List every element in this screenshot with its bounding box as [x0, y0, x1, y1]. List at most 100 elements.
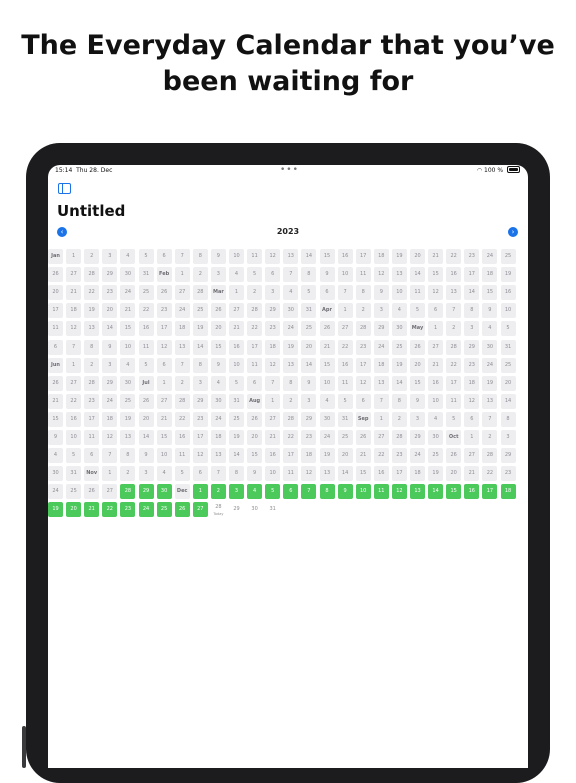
day-cell[interactable]: 11 [355, 267, 371, 283]
day-cell[interactable]: 23 [102, 285, 118, 301]
day-cell[interactable]: 5 [66, 448, 82, 464]
day-cell[interactable]: 16 [500, 285, 516, 301]
day-cell[interactable]: 17 [355, 357, 371, 373]
day-cell[interactable]: 7 [301, 484, 317, 500]
day-cell[interactable]: 1 [373, 411, 389, 427]
day-cell[interactable]: 1 [265, 393, 281, 409]
day-cell[interactable]: 27 [337, 321, 353, 337]
day-cell[interactable]: 30 [428, 430, 444, 445]
day-cell[interactable]: 13 [210, 448, 226, 464]
day-cell[interactable]: 20 [500, 375, 516, 391]
day-cell[interactable]: 22 [446, 357, 462, 373]
day-cell[interactable]: 2 [84, 357, 100, 373]
day-cell[interactable]: 5 [229, 375, 244, 391]
day-cell[interactable]: 19 [428, 466, 444, 482]
day-cell[interactable]: 23 [391, 448, 407, 464]
day-cell[interactable]: 17 [283, 448, 299, 464]
day-cell[interactable]: 7 [482, 411, 498, 427]
day-cell[interactable]: 20 [446, 466, 462, 482]
day-cell[interactable]: 21 [156, 411, 172, 427]
day-cell[interactable]: 8 [500, 411, 516, 427]
day-cell[interactable]: 16 [373, 466, 389, 482]
day-cell[interactable]: 15 [446, 484, 462, 500]
day-cell[interactable]: 29 [301, 411, 317, 427]
day-cell[interactable]: 28 [120, 484, 136, 500]
day-cell[interactable]: 5 [337, 393, 353, 409]
day-cell[interactable]: 5 [138, 249, 154, 264]
day-cell[interactable]: 21 [428, 249, 444, 264]
day-cell[interactable]: 16 [265, 448, 281, 464]
day-cell[interactable]: 21 [84, 502, 100, 518]
day-cell[interactable]: 18 [410, 466, 425, 482]
day-cell[interactable]: 28 [192, 285, 208, 301]
day-cell[interactable]: 18 [265, 339, 281, 355]
day-cell[interactable]: 28 [482, 448, 498, 464]
day-cell[interactable]: 16 [138, 321, 154, 337]
day-cell[interactable]: 17 [192, 430, 208, 445]
day-cell[interactable]: 4 [319, 393, 335, 409]
day-cell[interactable]: 19 [391, 249, 407, 264]
day-cell[interactable]: 17 [84, 411, 100, 427]
day-cell[interactable]: 1 [156, 375, 172, 391]
day-cell[interactable]: 26 [446, 448, 462, 464]
day-cell[interactable]: 9 [410, 393, 425, 409]
sidebar-toggle-icon[interactable] [58, 183, 71, 194]
day-cell[interactable]: 22 [174, 411, 190, 427]
day-cell[interactable]: 29 [192, 393, 208, 409]
day-cell[interactable]: 11 [138, 339, 154, 355]
day-cell[interactable]: 27 [229, 303, 244, 319]
day-cell[interactable]: 30 [391, 321, 407, 337]
day-cell[interactable]: 7 [210, 466, 226, 482]
day-cell[interactable]: 5 [446, 411, 462, 427]
day-cell[interactable]: 6 [265, 267, 281, 283]
day-cell[interactable]: 4 [120, 249, 136, 264]
day-cell[interactable]: 24 [120, 285, 136, 301]
day-cell[interactable]: 31 [229, 393, 244, 409]
day-cell[interactable]: 9 [210, 249, 226, 264]
day-cell[interactable]: 11 [247, 357, 263, 373]
day-cell[interactable]: 1 [66, 357, 82, 373]
day-cell[interactable]: 20 [410, 249, 425, 264]
day-cell[interactable]: 18 [66, 303, 82, 319]
day-cell[interactable]: 6 [428, 303, 444, 319]
day-cell[interactable]: 14 [192, 339, 208, 355]
day-cell[interactable]: 2 [247, 285, 263, 301]
day-cell[interactable]: 1 [464, 430, 480, 445]
day-cell[interactable]: 10 [337, 267, 353, 283]
day-cell[interactable]: 28 [84, 267, 100, 283]
day-cell[interactable]: 16 [174, 430, 190, 445]
day-cell[interactable]: 16 [464, 484, 480, 500]
day-cell[interactable]: 10 [391, 285, 407, 301]
day-cell[interactable]: 31 [265, 502, 281, 518]
day-cell[interactable]: 10 [265, 466, 281, 482]
day-cell[interactable]: 1 [337, 303, 353, 319]
day-cell[interactable]: 19 [391, 357, 407, 373]
day-cell[interactable]: 28 [247, 303, 263, 319]
day-cell[interactable]: 26 [48, 375, 63, 391]
day-cell[interactable]: 25 [500, 357, 516, 373]
day-cell[interactable]: 21 [464, 466, 480, 482]
day-cell[interactable]: 19 [500, 267, 516, 283]
day-cell[interactable]: 1 [192, 484, 208, 500]
day-cell[interactable]: 19 [192, 321, 208, 337]
day-cell[interactable]: 22 [337, 339, 353, 355]
day-cell[interactable]: 6 [464, 411, 480, 427]
day-cell[interactable]: 8 [391, 393, 407, 409]
day-cell[interactable]: 27 [373, 430, 389, 445]
day-cell[interactable]: 11 [283, 466, 299, 482]
day-cell[interactable]: 17 [464, 267, 480, 283]
day-cell[interactable]: 9 [373, 285, 389, 301]
day-cell[interactable]: 8 [229, 466, 244, 482]
day-cell[interactable]: 8 [283, 375, 299, 391]
day-cell[interactable]: 26 [174, 502, 190, 518]
day-cell[interactable]: 10 [428, 393, 444, 409]
day-cell[interactable]: 27 [464, 448, 480, 464]
day-cell[interactable]: 7 [174, 357, 190, 373]
day-cell[interactable]: 18 [373, 357, 389, 373]
day-cell[interactable]: 2 [192, 267, 208, 283]
day-cell[interactable]: 7 [446, 303, 462, 319]
day-cell[interactable]: 12 [265, 357, 281, 373]
day-cell[interactable]: 23 [464, 249, 480, 264]
day-cell[interactable]: 30 [120, 375, 136, 391]
day-cell[interactable]: 5 [174, 466, 190, 482]
